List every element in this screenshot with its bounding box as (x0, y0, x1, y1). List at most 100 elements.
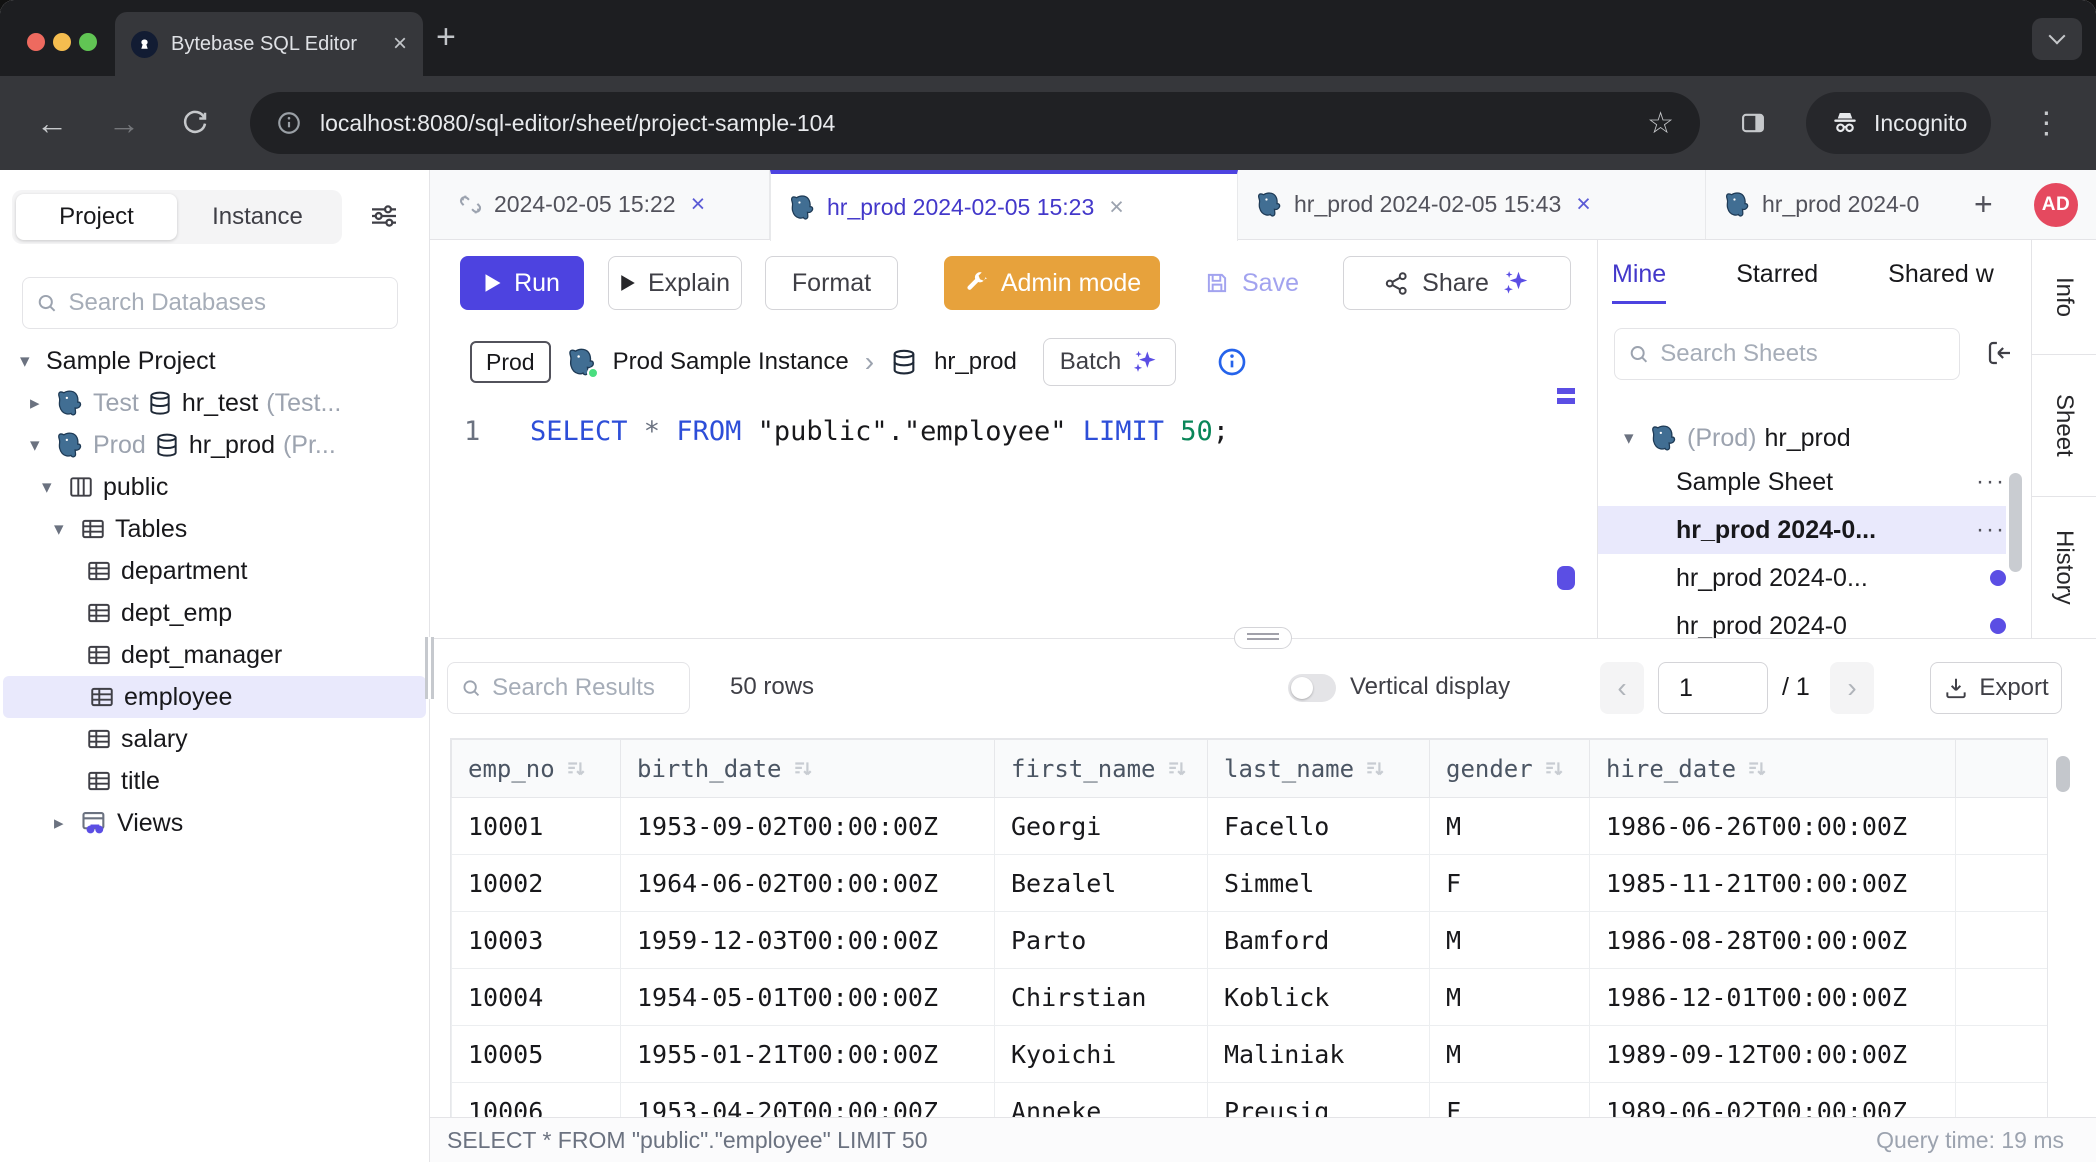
column-header-birth-date[interactable]: birth_date (621, 740, 995, 798)
site-info-icon[interactable] (276, 110, 302, 136)
browser-tab[interactable]: Bytebase SQL Editor × (115, 12, 423, 76)
batch-button[interactable]: Batch (1043, 338, 1176, 386)
column-header-first-name[interactable]: first_name (995, 740, 1208, 798)
format-button[interactable]: Format (765, 256, 898, 310)
editor-tab-active[interactable]: hr_prod 2024-02-05 15:23 × (770, 170, 1238, 241)
sheet-item-selected[interactable]: hr_prod 2024-0... ··· (1598, 506, 2006, 554)
editor-tab-truncated[interactable]: hr_prod 2024-0 (1706, 170, 1960, 239)
table-row[interactable]: 100041954-05-01T00:00:00ZChirstianKoblic… (452, 969, 2048, 1026)
table-row[interactable]: 100021964-06-02T00:00:00ZBezalelSimmelF1… (452, 855, 2048, 912)
tree-node-table-employee[interactable]: employee (3, 676, 426, 718)
window-close-button[interactable] (27, 33, 45, 51)
sort-icon[interactable] (565, 758, 587, 780)
database-name[interactable]: hr_prod (934, 348, 1017, 376)
caret-down-icon[interactable]: ▾ (42, 476, 68, 499)
tree-node-schema-public[interactable]: ▾ public (0, 466, 429, 508)
bookmark-star-icon[interactable]: ☆ (1647, 106, 1674, 141)
tree-node-table-department[interactable]: department (0, 550, 429, 592)
tree-node-db-hr-test[interactable]: ▸ Test hr_test (Test... (0, 382, 429, 424)
tree-node-db-hr-prod[interactable]: ▾ Prod hr_prod (Pr... (0, 424, 429, 466)
tab-instance[interactable]: Instance (177, 194, 338, 240)
search-sheets-field[interactable] (1614, 328, 1960, 380)
tree-node-table-dept-emp[interactable]: dept_emp (0, 592, 429, 634)
sheet-item-clipped[interactable]: hr_prod 2024-0 (1598, 602, 2006, 638)
search-results-input[interactable] (492, 674, 677, 702)
tab-shared[interactable]: Shared w (1888, 260, 1994, 304)
tree-node-table-dept-manager[interactable]: dept_manager (0, 634, 429, 676)
reload-button[interactable] (180, 108, 210, 138)
page-number-input[interactable] (1658, 662, 1768, 714)
editor-tab-unsaved[interactable]: 2024-02-05 15:22 × (440, 170, 770, 239)
close-tab-icon[interactable]: × (1576, 190, 1591, 219)
tree-node-views-group[interactable]: ▸ Views (0, 802, 429, 844)
sheet-group-hr-prod[interactable]: ▾ (Prod) hr_prod (1598, 414, 2006, 462)
tab-history[interactable]: History (2032, 497, 2096, 638)
prev-page-button[interactable]: ‹ (1600, 662, 1644, 714)
search-databases-field[interactable] (22, 277, 398, 329)
table-row[interactable]: 100051955-01-21T00:00:00ZKyoichiMaliniak… (452, 1026, 2048, 1083)
caret-right-icon[interactable]: ▸ (54, 812, 80, 835)
sort-icon[interactable] (792, 758, 814, 780)
sheet-list-scrollbar[interactable] (2009, 473, 2022, 572)
next-page-button[interactable]: › (1830, 662, 1874, 714)
search-databases-input[interactable] (69, 289, 385, 317)
more-actions-icon[interactable]: ··· (1976, 516, 2006, 544)
forward-button[interactable]: → (108, 107, 140, 139)
caret-down-icon[interactable]: ▾ (30, 434, 56, 457)
side-panel-icon[interactable] (1738, 109, 1768, 137)
sort-icon[interactable] (1746, 758, 1768, 780)
explain-button[interactable]: Explain (608, 256, 742, 310)
url-text[interactable]: localhost:8080/sql-editor/sheet/project-… (320, 110, 1629, 137)
vertical-display-toggle[interactable] (1288, 674, 1336, 702)
tree-node-table-title[interactable]: title (0, 760, 429, 802)
window-minimize-button[interactable] (53, 33, 71, 51)
table-row[interactable]: 100011953-09-02T00:00:00ZGeorgiFacelloM1… (452, 798, 2048, 855)
close-tab-icon[interactable]: × (691, 190, 706, 219)
address-bar[interactable]: localhost:8080/sql-editor/sheet/project-… (250, 92, 1700, 154)
tab-sheet[interactable]: Sheet (2032, 355, 2096, 497)
instance-name[interactable]: Prod Sample Instance (613, 348, 849, 376)
new-browser-tab-button[interactable]: + (436, 18, 456, 57)
more-actions-icon[interactable]: ··· (1976, 468, 2006, 496)
results-scrollbar-thumb[interactable] (2056, 756, 2070, 792)
collapse-panel-icon[interactable] (1985, 338, 2015, 368)
sort-icon[interactable] (1364, 758, 1386, 780)
sidebar-resize-handle[interactable] (425, 637, 434, 699)
filter-settings-icon[interactable] (367, 200, 401, 232)
share-button[interactable]: Share (1343, 256, 1571, 310)
tab-search-button[interactable] (2032, 18, 2082, 60)
back-button[interactable]: ← (36, 107, 68, 139)
editor-scrollbar-thumb[interactable] (1557, 566, 1575, 590)
connection-info-icon[interactable] (1216, 346, 1248, 378)
admin-mode-button[interactable]: Admin mode (944, 256, 1160, 310)
browser-tab-close-icon[interactable]: × (393, 32, 407, 56)
editor-tab[interactable]: hr_prod 2024-02-05 15:43 × (1238, 170, 1706, 239)
caret-down-icon[interactable]: ▾ (20, 350, 46, 373)
save-button[interactable]: Save (1196, 256, 1307, 310)
search-results-field[interactable] (447, 662, 690, 714)
close-tab-icon[interactable]: × (1109, 193, 1124, 222)
tab-info[interactable]: Info (2032, 240, 2096, 355)
column-header-emp-no[interactable]: emp_no (452, 740, 621, 798)
tree-node-table-salary[interactable]: salary (0, 718, 429, 760)
run-button[interactable]: Run (460, 256, 584, 310)
sql-statement[interactable]: SELECT * FROM "public"."employee" LIMIT … (530, 416, 1229, 447)
sheet-item[interactable]: Sample Sheet ··· (1598, 458, 2006, 506)
column-header-hire-date[interactable]: hire_date (1590, 740, 1956, 798)
table-row-clipped[interactable]: 100061953-04-20T00:00:00ZAnnekePreusigF1… (452, 1083, 2048, 1119)
caret-right-icon[interactable]: ▸ (30, 392, 56, 415)
code-editor[interactable]: 1 SELECT * FROM "public"."employee" LIMI… (430, 390, 1597, 638)
user-avatar[interactable]: AD (2034, 183, 2078, 227)
tab-starred[interactable]: Starred (1736, 260, 1818, 304)
tab-project[interactable]: Project (16, 194, 177, 240)
sort-icon[interactable] (1166, 758, 1188, 780)
environment-chip[interactable]: Prod (470, 341, 551, 383)
new-sheet-tab-button[interactable]: + (1974, 186, 1993, 223)
column-header-gender[interactable]: gender (1430, 740, 1590, 798)
search-sheets-input[interactable] (1660, 340, 1947, 368)
caret-down-icon[interactable]: ▾ (1624, 427, 1650, 450)
window-zoom-button[interactable] (79, 33, 97, 51)
export-button[interactable]: Export (1930, 662, 2062, 714)
table-row[interactable]: 100031959-12-03T00:00:00ZPartoBamfordM19… (452, 912, 2048, 969)
tree-node-project[interactable]: ▾ Sample Project (0, 340, 429, 382)
